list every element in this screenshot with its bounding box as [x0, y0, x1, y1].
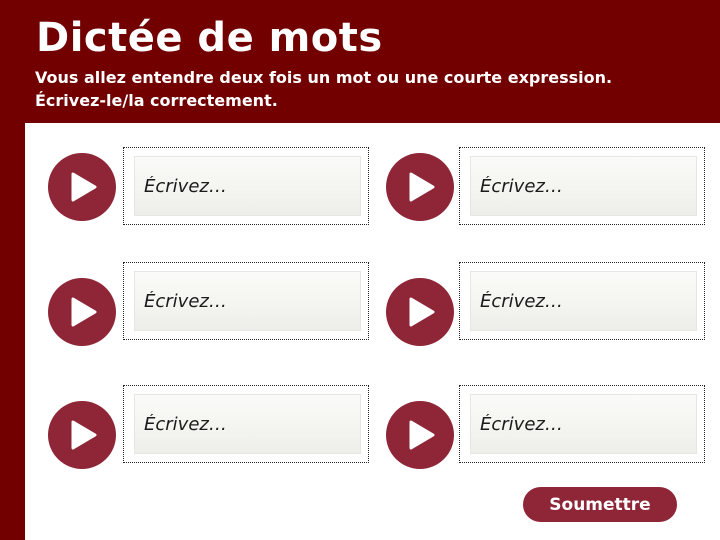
answer-frame-2: [459, 147, 705, 225]
play-icon: [71, 420, 97, 450]
answer-frame-5: [123, 385, 369, 463]
play-button-3[interactable]: [48, 278, 116, 346]
answer-input-1[interactable]: [134, 156, 361, 216]
play-button-2[interactable]: [386, 153, 454, 221]
answer-input-3[interactable]: [134, 271, 361, 331]
play-icon: [71, 172, 97, 202]
answer-input-6[interactable]: [470, 394, 697, 454]
play-button-4[interactable]: [386, 278, 454, 346]
play-button-1[interactable]: [48, 153, 116, 221]
instructions: Vous allez entendre deux fois un mot ou …: [35, 66, 705, 112]
answer-frame-4: [459, 262, 705, 340]
page-title: Dictée de mots: [36, 15, 383, 61]
answer-frame-3: [123, 262, 369, 340]
play-icon: [71, 297, 97, 327]
play-icon: [409, 172, 435, 202]
answer-input-5[interactable]: [134, 394, 361, 454]
play-button-6[interactable]: [386, 401, 454, 469]
answer-frame-1: [123, 147, 369, 225]
submit-button[interactable]: Soumettre: [523, 487, 677, 522]
instructions-line-1: Vous allez entendre deux fois un mot ou …: [35, 68, 613, 87]
answer-frame-6: [459, 385, 705, 463]
header: Dictée de mots Vous allez entendre deux …: [0, 0, 720, 123]
play-icon: [409, 420, 435, 450]
answer-input-2[interactable]: [470, 156, 697, 216]
answer-input-4[interactable]: [470, 271, 697, 331]
play-button-5[interactable]: [48, 401, 116, 469]
play-icon: [409, 297, 435, 327]
instructions-line-2: Écrivez-le/la correctement.: [35, 91, 278, 110]
